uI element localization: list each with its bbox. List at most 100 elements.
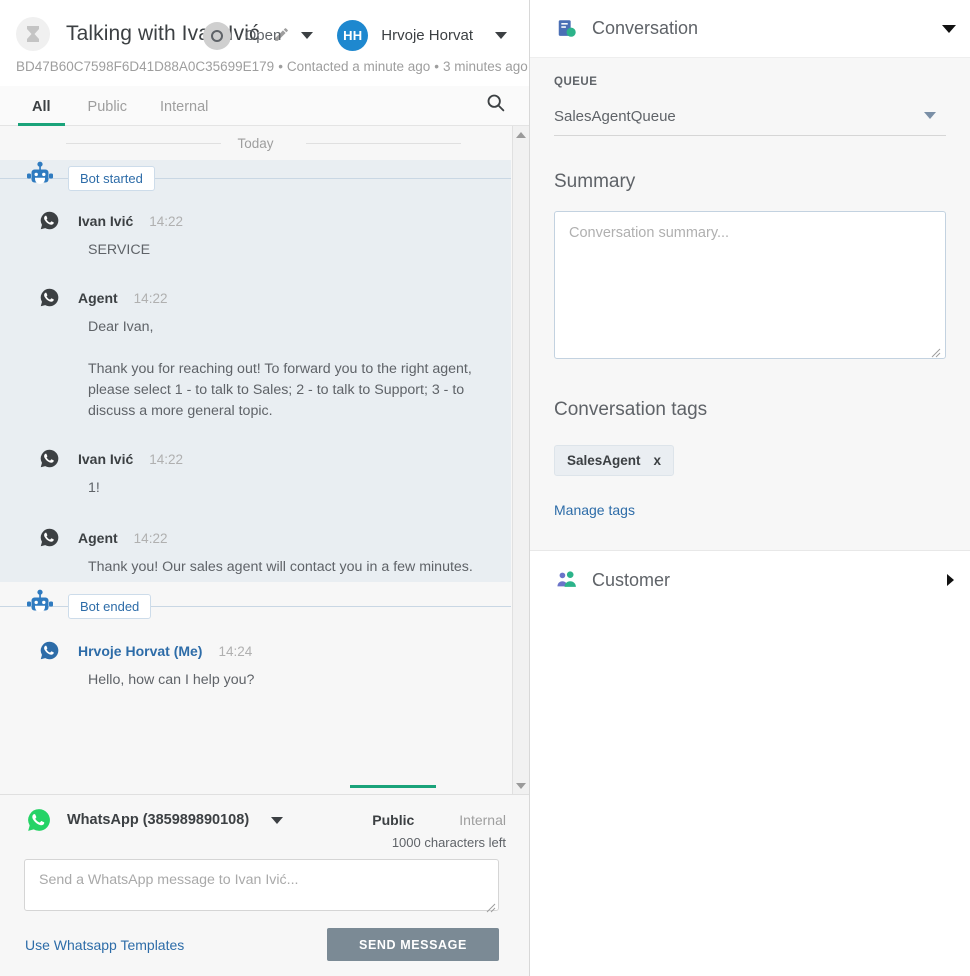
search-icon[interactable]	[485, 92, 506, 118]
tag-label: SalesAgent	[567, 453, 641, 468]
message-sender: Ivan Ivić	[78, 213, 133, 229]
hourglass-icon	[16, 17, 50, 51]
message-body: Dear Ivan, Thank you for reaching out! T…	[88, 317, 487, 422]
status-selector[interactable]: Open	[203, 22, 282, 50]
conversation-meta: BD47B60C7598F6D41D88A0C35699E179•Contact…	[0, 59, 529, 74]
message-paragraph: SERVICE	[88, 240, 487, 261]
message-time: 14:22	[134, 291, 168, 306]
robot-icon	[24, 589, 56, 624]
message-header: Ivan Ivić 14:22	[24, 208, 487, 234]
user-name: Hrvoje Horvat	[381, 27, 473, 44]
whatsapp-icon	[39, 640, 61, 662]
message-body: SERVICE	[88, 240, 487, 261]
message-item: Ivan Ivić 14:22 1!	[0, 446, 511, 499]
message-paragraph: 1!	[88, 478, 487, 499]
customer-section-title: Customer	[592, 570, 670, 591]
user-selector[interactable]: HH Hrvoje Horvat	[337, 20, 473, 51]
conversation-section-body: QUEUE SalesAgentQueue Summary Conversati…	[530, 58, 970, 551]
bot-ended-label: Bot ended	[68, 594, 151, 619]
scrollbar-thumb[interactable]	[514, 143, 528, 777]
tab-public[interactable]: Public	[88, 99, 128, 125]
robot-icon	[24, 161, 56, 196]
message-list-scrollbar[interactable]	[512, 126, 529, 794]
message-list: Today	[0, 126, 529, 794]
customer-chevron-right-icon[interactable]	[947, 574, 954, 586]
composer-input-wrapper	[24, 859, 499, 916]
details-pane-filler	[530, 609, 970, 976]
details-pane: Conversation QUEUE SalesAgentQueue Summa…	[530, 0, 970, 976]
message-item: Agent 14:22 Thank you! Our sales agent w…	[0, 525, 511, 578]
user-chevron-down-icon[interactable]	[495, 32, 507, 39]
conversation-pane: Talking with Ivan Ivić BD47B60C7598F6D41…	[0, 0, 530, 976]
summary-input[interactable]	[554, 211, 946, 359]
composer-actions: Use Whatsapp Templates SEND MESSAGE	[0, 928, 529, 976]
conversation-section-title: Conversation	[592, 18, 698, 39]
scroll-up-arrow-icon[interactable]	[513, 126, 529, 143]
people-icon	[556, 569, 578, 591]
message-paragraph: Thank you for reaching out! To forward y…	[88, 359, 487, 422]
duration-time: 3 minutes ago	[443, 59, 528, 74]
message-time: 14:22	[149, 452, 183, 467]
tab-internal[interactable]: Internal	[160, 99, 208, 125]
queue-chevron-down-icon	[924, 112, 936, 119]
status-chevron-down-icon[interactable]	[301, 32, 313, 39]
message-sender: Hrvoje Horvat (Me)	[78, 643, 202, 659]
conversation-section-header[interactable]: Conversation	[530, 0, 970, 58]
message-paragraph: Thank you! Our sales agent will contact …	[88, 557, 487, 578]
message-composer: WhatsApp (385989890108) Public Internal …	[0, 794, 529, 976]
message-sender: Agent	[78, 290, 118, 306]
queue-select[interactable]: SalesAgentQueue	[554, 108, 946, 136]
message-sender: Agent	[78, 530, 118, 546]
whatsapp-icon	[39, 448, 61, 470]
queue-value: SalesAgentQueue	[554, 108, 946, 125]
message-header: Agent 14:22	[24, 525, 487, 551]
tag-chip[interactable]: SalesAgent x	[554, 445, 674, 476]
contacted-time: Contacted a minute ago	[287, 59, 430, 74]
summary-wrapper	[554, 193, 946, 364]
message-time: 14:22	[149, 214, 183, 229]
message-item: Agent 14:22 Dear Ivan, Thank you for rea…	[0, 285, 511, 422]
bot-started-marker: Bot started	[0, 160, 511, 196]
tag-remove-icon[interactable]: x	[654, 453, 662, 468]
message-header: Hrvoje Horvat (Me) 14:24	[24, 638, 487, 664]
conversation-card-icon	[556, 18, 578, 40]
message-body: Hello, how can I help you?	[88, 670, 487, 691]
characters-left-counter: 1000 characters left	[392, 835, 506, 850]
customer-section-header[interactable]: Customer	[530, 551, 970, 609]
bot-started-label: Bot started	[68, 166, 155, 191]
message-sender: Ivan Ivić	[78, 451, 133, 467]
summary-heading: Summary	[554, 171, 946, 193]
scroll-down-arrow-icon[interactable]	[513, 777, 529, 794]
composer-channel-chevron-down-icon[interactable]	[271, 817, 283, 824]
conversation-tags-list: SalesAgent x	[554, 445, 946, 476]
open-circle-icon	[203, 22, 231, 50]
tab-all[interactable]: All	[32, 99, 51, 125]
whatsapp-icon	[39, 527, 61, 549]
day-separator: Today	[0, 126, 511, 160]
message-paragraph: Hello, how can I help you?	[88, 670, 487, 691]
day-separator-label: Today	[237, 136, 273, 151]
whatsapp-icon	[39, 287, 61, 309]
conversation-chevron-down-icon[interactable]	[942, 25, 956, 33]
use-whatsapp-templates-link[interactable]: Use Whatsapp Templates	[25, 937, 184, 953]
send-message-button[interactable]: SEND MESSAGE	[327, 928, 499, 961]
message-paragraph: Dear Ivan,	[88, 317, 487, 338]
message-input[interactable]	[24, 859, 499, 911]
composer-channel-label: WhatsApp (385989890108)	[67, 812, 249, 828]
whatsapp-icon	[39, 210, 61, 232]
message-time: 14:22	[134, 531, 168, 546]
meta-separator-1: •	[274, 59, 287, 74]
whatsapp-icon	[26, 807, 52, 833]
header-actions: Open HH Hrvoje Horvat	[203, 20, 529, 51]
message-body: 1!	[88, 478, 487, 499]
message-header: Ivan Ivić 14:22	[24, 446, 487, 472]
message-header: Agent 14:22	[24, 285, 487, 311]
message-list-inner: Today	[0, 126, 511, 794]
manage-tags-link[interactable]: Manage tags	[554, 502, 635, 518]
message-filter-tabs: All Public Internal	[0, 86, 529, 126]
message-body: Thank you! Our sales agent will contact …	[88, 557, 487, 578]
queue-label: QUEUE	[554, 58, 946, 88]
message-item: Hrvoje Horvat (Me) 14:24 Hello, how can …	[0, 638, 511, 691]
conversation-header: Talking with Ivan Ivić BD47B60C7598F6D41…	[0, 0, 529, 86]
conversation-tags-heading: Conversation tags	[554, 399, 946, 421]
